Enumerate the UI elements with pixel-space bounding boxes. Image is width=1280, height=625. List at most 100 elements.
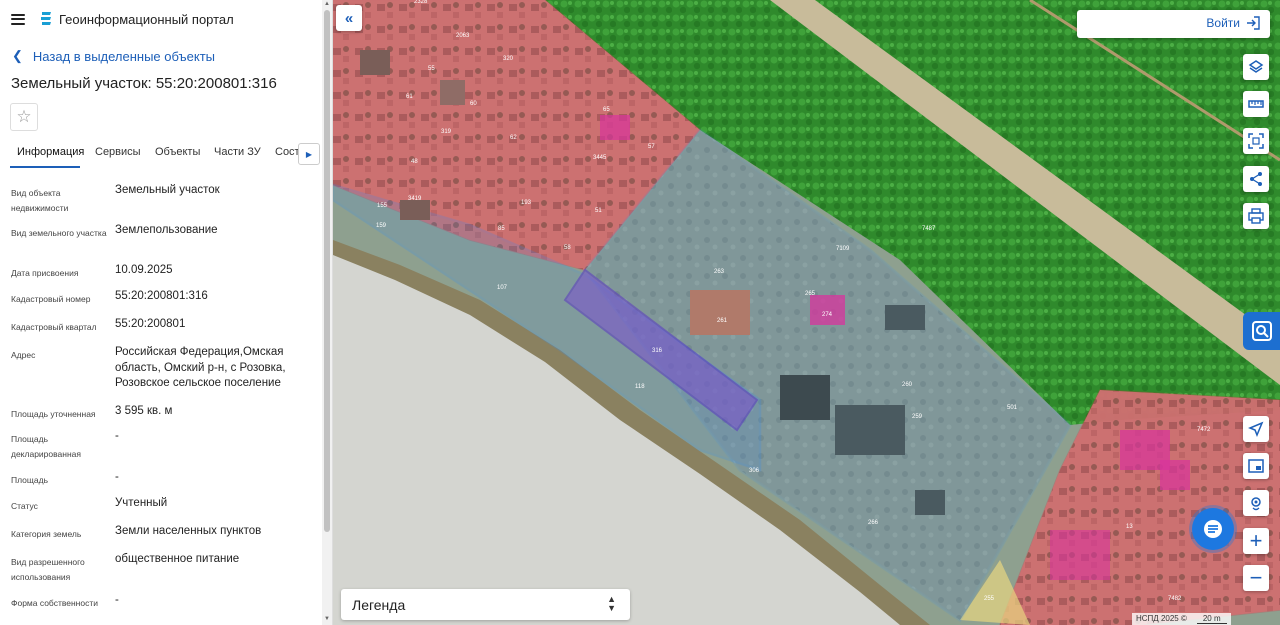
- active-tab-indicator: [10, 166, 80, 168]
- area-select-icon: [1248, 133, 1264, 149]
- map-label: 61: [406, 94, 413, 100]
- object-title: Земельный участок: 55:20:200801:316: [11, 75, 277, 92]
- map-label: 159: [376, 223, 387, 229]
- layers-button[interactable]: [1243, 54, 1269, 80]
- chat-icon: [1204, 520, 1222, 538]
- house: [360, 50, 390, 75]
- area-select-button[interactable]: [1243, 128, 1269, 154]
- scroll-up-arrow-icon[interactable]: ▲: [324, 1, 330, 7]
- panel-header: Геоинформационный портал: [0, 0, 332, 38]
- map-label: 320: [503, 56, 514, 62]
- chat-button[interactable]: [1192, 508, 1234, 550]
- property-label: Вид земельного участка: [11, 228, 107, 238]
- property-label: Кадастровый квартал: [11, 322, 97, 332]
- property-label: Площадь декларированная: [11, 434, 81, 459]
- minimap-icon: [1248, 459, 1264, 473]
- share-button[interactable]: [1243, 166, 1269, 192]
- scroll-down-arrow-icon[interactable]: ▼: [324, 616, 330, 622]
- scroll-thumb[interactable]: [324, 10, 330, 532]
- property-value: общественное питание: [115, 553, 240, 565]
- property-label: Площадь уточненная: [11, 409, 96, 419]
- print-button[interactable]: [1243, 203, 1269, 229]
- map-attribution: НСПД 2025 © 20 m: [1132, 613, 1231, 625]
- map-label: 85: [498, 226, 505, 232]
- login-icon: [1247, 16, 1260, 30]
- back-to-selected-link[interactable]: ❮ Назад в выделенные объекты: [12, 48, 215, 64]
- app-title: Геоинформационный портал: [59, 11, 234, 27]
- collapse-panel-button[interactable]: «: [336, 5, 362, 31]
- map-canvas[interactable]: 2328 2063 55 65 60 61 320 319 62 3445 48…: [333, 0, 1280, 625]
- map-label: 255: [984, 596, 995, 602]
- panel-scrollbar[interactable]: ▲ ▼: [322, 0, 332, 625]
- locate-button[interactable]: [1243, 416, 1269, 442]
- zoom-out-button[interactable]: −: [1243, 565, 1269, 591]
- map-label: 155: [377, 203, 388, 209]
- map-label: 107: [497, 285, 508, 291]
- map-label: 51: [595, 208, 602, 214]
- map-label: 261: [717, 318, 728, 324]
- tab-objects[interactable]: Объекты: [155, 146, 200, 158]
- property-value: 55:20:200801:316: [115, 290, 208, 302]
- map-label: 7482: [1168, 596, 1182, 602]
- measure-button[interactable]: [1243, 91, 1269, 117]
- property-label: Кадастровый номер: [11, 294, 91, 304]
- map-label: 62: [510, 135, 517, 141]
- tabs-next-button[interactable]: ▶: [298, 143, 320, 165]
- house: [440, 80, 465, 105]
- property-value: 55:20:200801: [115, 318, 186, 330]
- layers-icon: [1248, 60, 1264, 73]
- map-label: 266: [868, 520, 879, 526]
- legend-dropdown[interactable]: Легенда ▲ ▼: [341, 589, 630, 620]
- login-bar: Войти: [1077, 10, 1270, 38]
- hamburger-icon[interactable]: [11, 13, 25, 25]
- info-tabs: Информация Сервисы Объекты Части ЗУ Сост…: [0, 143, 322, 169]
- login-button[interactable]: Войти: [1206, 16, 1260, 30]
- chevron-right-icon: ▶: [305, 149, 313, 159]
- tab-information[interactable]: Информация: [17, 146, 84, 158]
- star-icon: ☆: [16, 107, 32, 126]
- ruler-icon: [1248, 100, 1264, 108]
- share-icon: [1250, 172, 1262, 186]
- plus-icon: +: [1249, 528, 1263, 553]
- geo-search-icon: [1251, 497, 1261, 511]
- house: [400, 200, 430, 220]
- property-label: Статус: [11, 501, 38, 511]
- tab-composition[interactable]: Сост: [275, 146, 300, 158]
- map-label: 7109: [836, 246, 850, 252]
- map-label: 316: [652, 348, 663, 354]
- property-value: Земельный участок: [115, 184, 220, 196]
- property-value: Российская Федерация,Омская область, Омс…: [115, 346, 286, 389]
- property-value: -: [115, 594, 119, 606]
- login-label: Войти: [1206, 16, 1240, 30]
- map-label: 193: [521, 200, 532, 206]
- building-magenta: [1050, 530, 1110, 580]
- map-label: 65: [603, 107, 610, 113]
- geo-search-button[interactable]: [1243, 490, 1269, 516]
- map-label: 3419: [408, 196, 422, 202]
- building: [835, 405, 905, 455]
- map-label: 57: [648, 144, 655, 150]
- services-badge-button[interactable]: [1243, 312, 1280, 350]
- tab-land-parts[interactable]: Части ЗУ: [214, 146, 261, 158]
- map-label: 260: [902, 382, 913, 388]
- building: [885, 305, 925, 330]
- building-magenta: [1160, 460, 1190, 490]
- property-label: Форма собственности: [11, 598, 98, 608]
- map-label: 118: [635, 384, 645, 390]
- property-value: 3 595 кв. м: [115, 405, 173, 417]
- map-label: 2328: [414, 0, 428, 5]
- property-label: Вид разрешенного использования: [11, 557, 85, 582]
- property-value: Учтенный: [115, 497, 168, 509]
- minimap-button[interactable]: [1243, 453, 1269, 479]
- favorite-button[interactable]: ☆: [10, 103, 38, 131]
- map-label: 48: [411, 159, 418, 165]
- map-label: 259: [912, 414, 923, 420]
- map-label: 319: [441, 129, 452, 135]
- back-link-label: Назад в выделенные объекты: [32, 48, 216, 64]
- tab-services[interactable]: Сервисы: [95, 146, 141, 158]
- map-view[interactable]: 2328 2063 55 65 60 61 320 319 62 3445 48…: [333, 0, 1280, 625]
- zoom-in-button[interactable]: +: [1243, 528, 1269, 554]
- property-label: Категория земель: [11, 529, 82, 539]
- expand-collapse-icon: ▲ ▼: [607, 594, 616, 613]
- map-label: 7472: [1197, 427, 1211, 433]
